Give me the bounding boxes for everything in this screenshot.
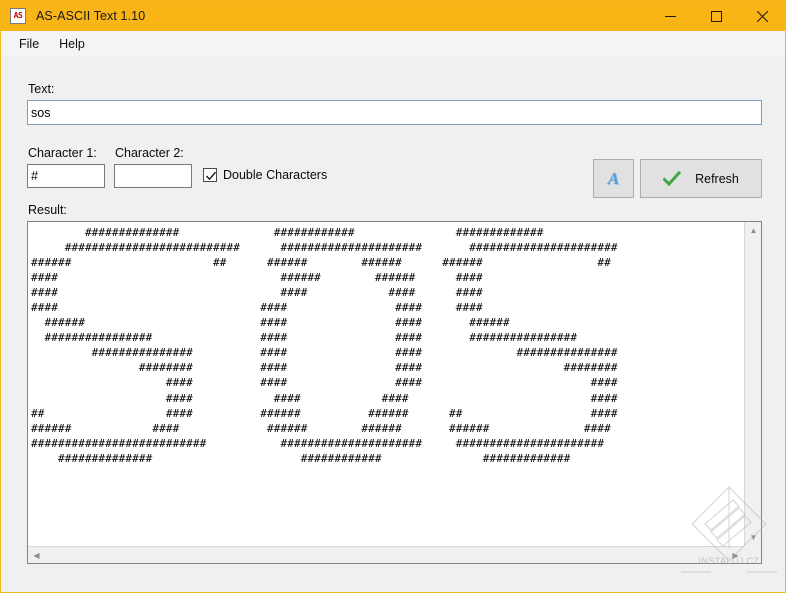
window-controls — [647, 1, 785, 31]
checkmark-icon — [206, 171, 216, 181]
client-area: Text: Character 1: Character 2: Double C… — [1, 56, 785, 592]
window-title: AS-ASCII Text 1.10 — [36, 9, 146, 23]
close-button[interactable] — [739, 1, 785, 31]
result-box[interactable]: ############## ############ ############… — [27, 221, 762, 564]
title-bar: AS AS-ASCII Text 1.10 — [1, 1, 785, 31]
result-label: Result: — [28, 203, 67, 217]
checkbox-box — [203, 168, 217, 182]
refresh-label: Refresh — [695, 171, 739, 186]
result-content-area: ############## ############ ############… — [28, 222, 744, 546]
app-icon: AS — [10, 8, 26, 24]
double-characters-label: Double Characters — [223, 168, 328, 182]
maximize-icon — [710, 10, 722, 22]
scroll-down-arrow-icon[interactable]: ▼ — [745, 529, 761, 546]
menu-item-file[interactable]: File — [9, 34, 49, 54]
scrollbar-corner — [744, 546, 761, 563]
app-window: AS AS-ASCII Text 1.10 File Help Text: so… — [0, 0, 786, 593]
scroll-right-arrow-icon[interactable]: ▶ — [727, 547, 744, 563]
minimize-button[interactable] — [647, 1, 693, 31]
double-characters-checkbox[interactable]: Double Characters — [203, 168, 327, 182]
character2-input[interactable] — [114, 164, 192, 188]
font-button[interactable]: A — [593, 159, 634, 198]
character1-input[interactable] — [27, 164, 105, 188]
close-icon — [756, 10, 768, 22]
menu-item-help[interactable]: Help — [49, 34, 95, 54]
text-label: Text: — [28, 82, 55, 96]
scroll-left-arrow-icon[interactable]: ◀ — [28, 547, 45, 563]
minimize-icon — [664, 15, 676, 17]
green-check-icon — [663, 170, 682, 186]
maximize-button[interactable] — [693, 1, 739, 31]
scroll-up-arrow-icon[interactable]: ▲ — [745, 222, 761, 239]
menu-bar: File Help — [1, 31, 785, 56]
character2-label: Character 2: — [115, 146, 184, 160]
result-horizontal-scrollbar[interactable]: ◀ ▶ — [28, 546, 744, 563]
refresh-button[interactable]: Refresh — [640, 159, 762, 198]
font-letter-icon: A — [607, 168, 620, 188]
ascii-art-output: ############## ############ ############… — [31, 226, 618, 465]
result-vertical-scrollbar[interactable]: ▲ ▼ — [744, 222, 761, 546]
text-input[interactable] — [27, 100, 762, 125]
character1-label: Character 1: — [28, 146, 97, 160]
